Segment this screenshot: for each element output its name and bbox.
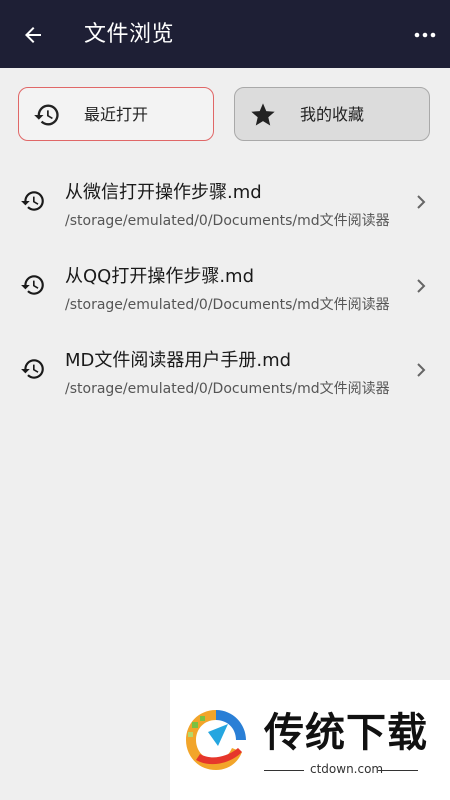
- app-screen: 文件浏览 最近打开 我的收藏 从微信打开操作步骤.md /storage/emu…: [0, 0, 450, 800]
- watermark-domain: ctdown.com: [310, 762, 384, 776]
- file-path: /storage/emulated/0/Documents/md文件阅读器: [65, 297, 390, 313]
- watermark: 传统下载 ctdown.com: [170, 680, 450, 800]
- file-path: /storage/emulated/0/Documents/md文件阅读器: [65, 381, 390, 397]
- tab-favorites-label: 我的收藏: [299, 105, 364, 124]
- list-item[interactable]: MD文件阅读器用户手册.md /storage/emulated/0/Docum…: [0, 328, 450, 412]
- list-item[interactable]: 从QQ打开操作步骤.md /storage/emulated/0/Documen…: [0, 244, 450, 328]
- more-options-button[interactable]: [410, 22, 440, 48]
- back-button[interactable]: [18, 20, 48, 50]
- tab-bar: 最近打开 我的收藏: [18, 87, 432, 143]
- file-path: /storage/emulated/0/Documents/md文件阅读器: [65, 213, 390, 229]
- page-title: 文件浏览: [84, 22, 175, 47]
- ctdown-logo-icon: [186, 710, 246, 770]
- list-item[interactable]: 从微信打开操作步骤.md /storage/emulated/0/Documen…: [0, 160, 450, 244]
- tab-recent-label: 最近打开: [83, 105, 148, 124]
- tab-recent[interactable]: 最近打开: [18, 87, 214, 141]
- chevron-right-icon: [417, 195, 426, 209]
- top-app-bar: 文件浏览: [0, 0, 450, 68]
- history-icon: [21, 275, 44, 295]
- chevron-right-icon: [417, 279, 426, 293]
- chevron-right-icon: [417, 363, 426, 377]
- watermark-divider-right: [378, 770, 418, 771]
- arrow-left-icon: [25, 27, 41, 43]
- watermark-divider-left: [264, 770, 304, 771]
- more-dots-icon: [414, 32, 436, 38]
- history-icon: [21, 191, 44, 211]
- file-name: 从微信打开操作步骤.md: [65, 182, 262, 203]
- file-name: 从QQ打开操作步骤.md: [65, 266, 255, 287]
- watermark-brand: 传统下载: [264, 710, 428, 756]
- history-icon: [21, 359, 44, 379]
- file-name: MD文件阅读器用户手册.md: [65, 350, 292, 371]
- tab-favorites[interactable]: 我的收藏: [234, 87, 430, 141]
